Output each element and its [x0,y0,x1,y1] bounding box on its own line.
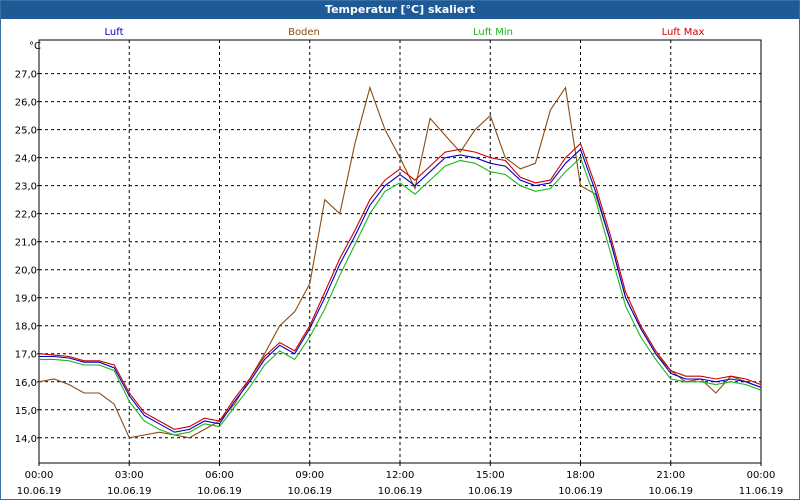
y-tick-label: 17,0 [15,350,37,361]
x-tick-date: 10.06.19 [378,486,423,497]
y-tick-label: 25,0 [15,126,37,137]
x-tick-date: 10.06.19 [287,486,332,497]
legend-entry: Boden [288,27,320,38]
x-tick-date: 10.06.19 [468,486,513,497]
y-axis: °C 14,0 15,0 16,0 17,0 18,0 19,0 20,0 21,0 22,0 2… [15,41,41,445]
y-tick-label: 22,0 [15,210,37,221]
y-tick-label: 27,0 [15,70,37,81]
x-tick-time: 12:00 [386,470,415,481]
x-axis: 00:00 10.06.19 03:00 10.06.19 06:00 10.06.19 0… [17,463,784,497]
y-tick-label: 15,0 [15,406,37,417]
y-tick-label: 19,0 [15,294,37,305]
x-tick-time: 00:00 [25,470,54,481]
y-tick-label: 16,0 [15,378,37,389]
y-tick-label: 26,0 [15,98,37,109]
series-line [39,156,762,436]
x-tick-date: 10.06.19 [197,486,242,497]
legend-entry: Luft Min [473,27,513,38]
x-tick-time: 21:00 [656,470,685,481]
x-tick-time: 18:00 [566,470,595,481]
x-tick-time: 06:00 [205,470,234,481]
x-tick-date: 10.06.19 [558,486,603,497]
legend-entry: Luft [105,27,124,38]
x-tick-date: 10.06.19 [107,486,152,497]
y-tick-label: 23,0 [15,182,37,193]
x-tick-time: 03:00 [115,470,144,481]
grid [39,40,761,463]
x-tick-time: 00:00 [747,470,776,481]
y-tick-label: 18,0 [15,322,37,333]
y-tick-label: 24,0 [15,154,37,165]
legend: Luft Boden Luft Min Luft Max [105,27,705,38]
x-tick-time: 09:00 [295,470,324,481]
x-tick-date: 10.06.19 [17,486,62,497]
y-tick-label: 21,0 [15,238,37,249]
x-tick-date: 11.06.19 [739,486,784,497]
chart-window: Temperatur [°C] skaliert Luft Boden Luft M… [0,0,800,500]
x-tick-time: 15:00 [476,470,505,481]
y-tick-label: 20,0 [15,266,37,277]
temperature-chart: Luft Boden Luft Min Luft Max °C 14,0 15,0 16,… [15,27,784,497]
x-tick-date: 10.06.19 [648,486,693,497]
y-tick-label: 14,0 [15,434,37,445]
y-axis-label: °C [29,41,41,52]
legend-entry: Luft Max [662,27,705,38]
